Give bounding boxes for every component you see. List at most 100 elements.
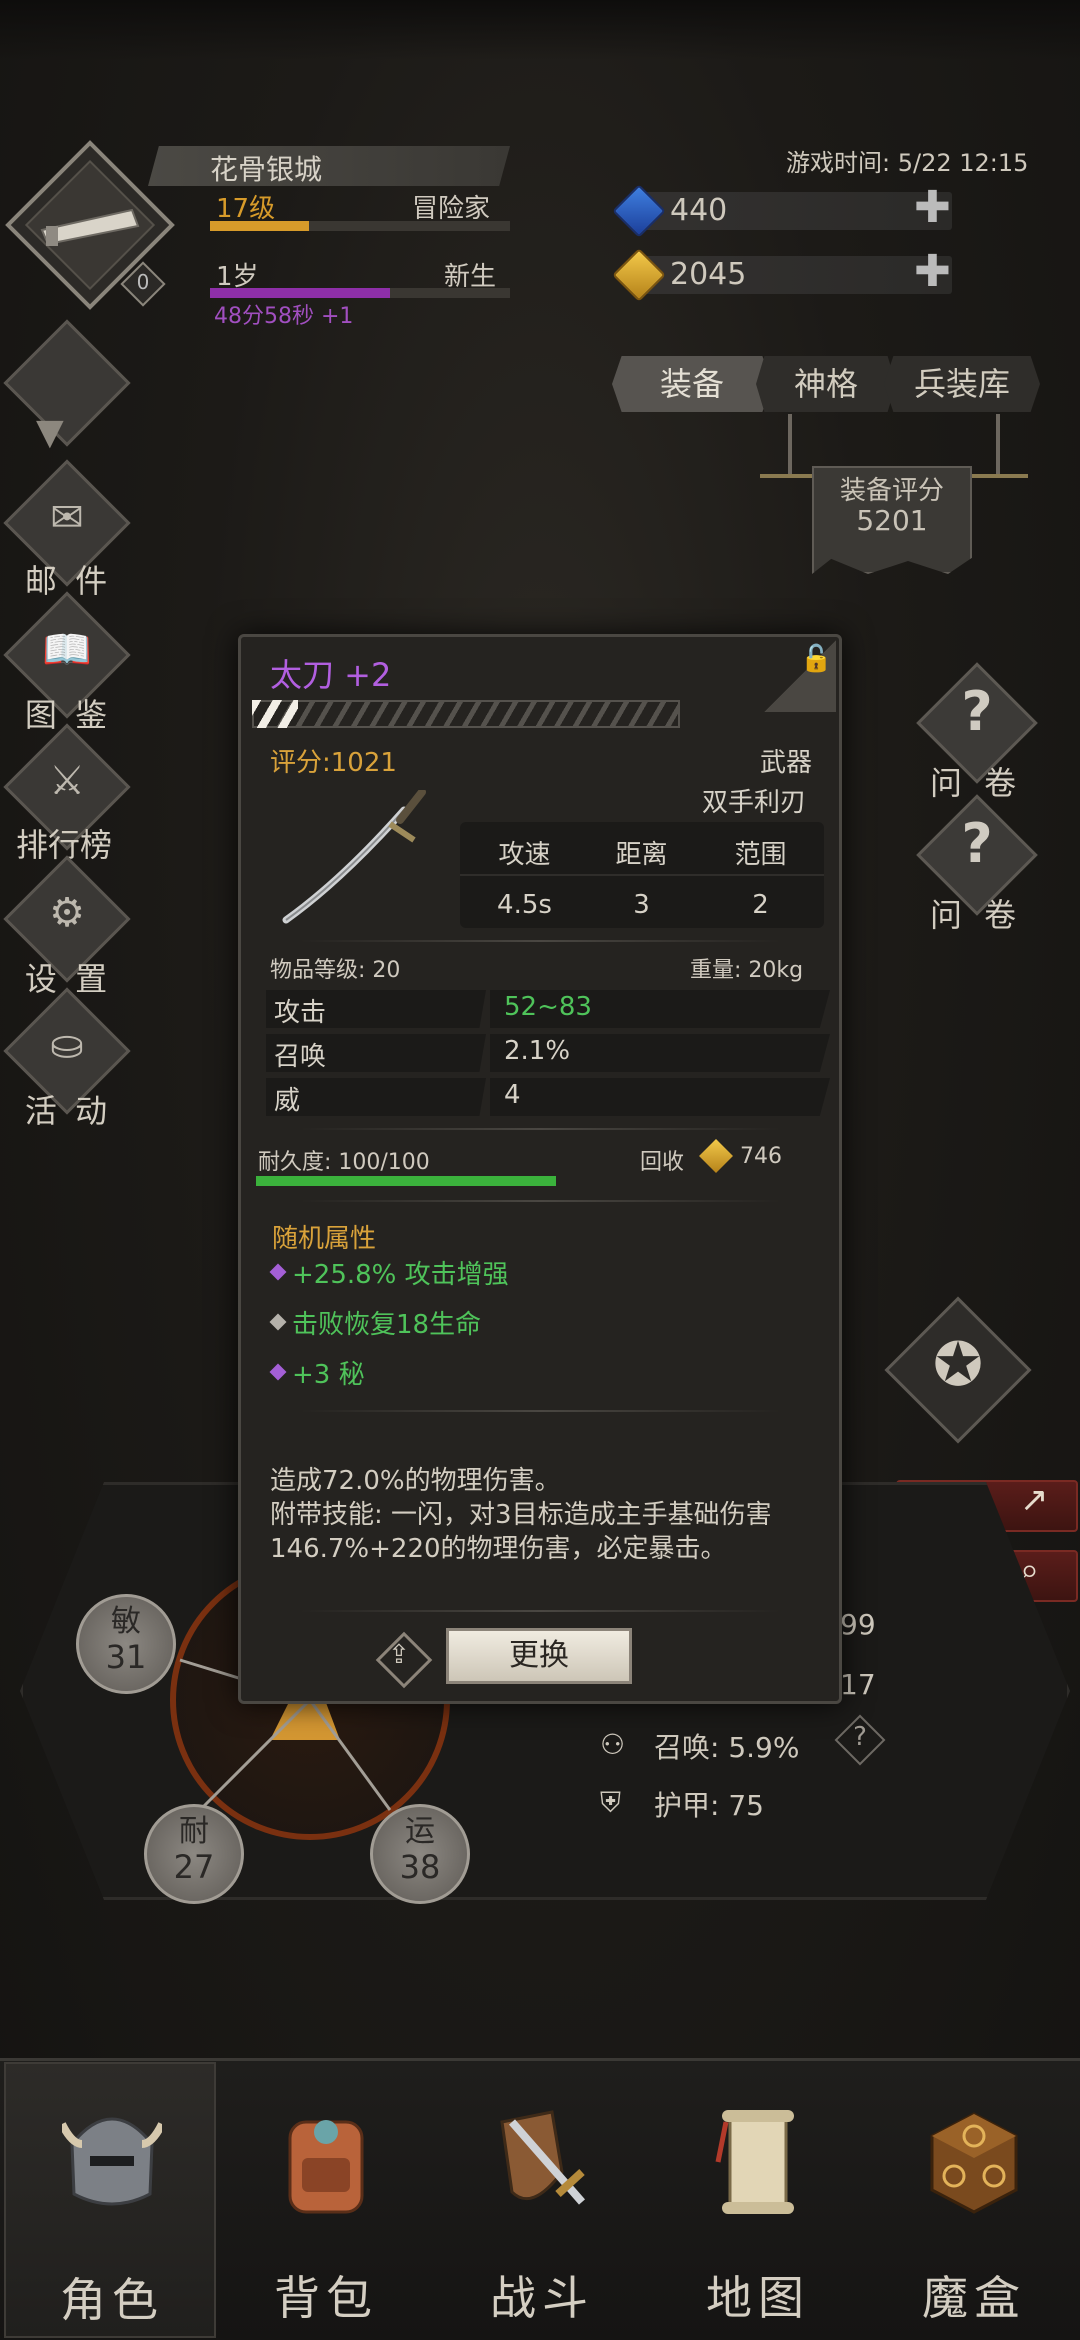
item-progress-stripe (252, 700, 680, 728)
banner-rope-right (996, 414, 1000, 474)
attr-value-summon: 2.1% (504, 1036, 571, 1066)
armor-icon: ⛨ (600, 1786, 622, 1819)
stat-luck[interactable]: 运 38 (370, 1804, 470, 1904)
stat-partial-1: 99 (840, 1608, 876, 1641)
event-icon: ⛀ (50, 1022, 84, 1068)
random-attrs-title: 随机属性 (272, 1224, 377, 1254)
durability-label: 耐久度: 100/100 (258, 1150, 430, 1175)
scroll-map-icon (715, 2110, 794, 2214)
nav-magic-box-label: 魔盒 (922, 2271, 1026, 2325)
name-banner (148, 146, 510, 186)
stat-agility-value: 31 (105, 1638, 147, 1676)
stat-endurance[interactable]: 耐 27 (144, 1804, 244, 1904)
add-gems-button[interactable]: ✚ (914, 186, 951, 230)
item-weight: 重量: 20kg (690, 958, 804, 983)
item-level: 物品等级: 20 (270, 958, 401, 983)
attr-value-might: 4 (504, 1080, 521, 1110)
survey-label-2[interactable]: 问 卷 (930, 890, 1022, 936)
stat-endurance-value: 27 (173, 1848, 215, 1886)
item-score: 评分:1021 (270, 748, 397, 778)
tab-equipment[interactable]: 装备 (612, 356, 772, 412)
stat-agility[interactable]: 敏 31 (76, 1594, 176, 1694)
spec-value-area: 2 (752, 890, 769, 920)
nav-character-label: 角色 (60, 2273, 164, 2327)
item-description: 造成72.0%的物理伤害。 附带技能: 一闪，对3目标造成主手基础伤害146.7… (270, 1464, 830, 1566)
gems-value: 440 (670, 193, 728, 228)
chevron-down-icon: ▼ (36, 412, 64, 453)
add-gold-button[interactable]: ✚ (914, 250, 951, 294)
attr-row-value-bg (490, 1078, 830, 1116)
nav-backpack[interactable]: 背包 (220, 2062, 432, 2338)
game-time: 游戏时间: 5/22 12:15 (786, 149, 1029, 177)
mail-icon: ✉ (50, 495, 84, 541)
item-progress-stripe-fill (252, 700, 298, 728)
spec-divider (460, 874, 824, 876)
spec-header-range: 距离 (615, 840, 668, 870)
stat-partial-2: 17 (840, 1668, 876, 1701)
nav-magic-box[interactable]: 魔盒 (868, 2062, 1080, 2338)
attr-key-might: 威 (274, 1086, 301, 1116)
nav-map-label: 地图 (706, 2271, 810, 2325)
item-description-line-2: 附带技能: 一闪，对3目标造成主手基础伤害146.7%+220的物理伤害，必定暴… (270, 1500, 772, 1564)
random-attr-3: +3 秘 (292, 1360, 365, 1390)
random-attr-2: 击败恢复18生命 (292, 1310, 482, 1340)
item-description-line-1: 造成72.0%的物理伤害。 (270, 1466, 561, 1496)
age-timer: 48分58秒 +1 (214, 304, 354, 329)
share-icon: ⇪ (388, 1640, 410, 1670)
nav-backpack-label: 背包 (274, 2271, 378, 2325)
level-badge-number: 0 (136, 270, 150, 294)
stat-agility-key: 敏 (111, 1604, 141, 1639)
tab-divinity[interactable]: 神格 (756, 356, 896, 412)
nav-map[interactable]: 地图 (652, 2062, 864, 2338)
spec-header-speed: 攻速 (498, 840, 551, 870)
nav-character[interactable]: 角色 (4, 2062, 216, 2338)
spec-value-range: 3 (633, 890, 650, 920)
backpack-icon (288, 2120, 364, 2214)
player-name: 花骨银城 (210, 153, 323, 186)
spec-header-area: 范围 (734, 840, 787, 870)
swap-button[interactable]: 更换 (446, 1628, 632, 1684)
book-icon: 📖 (42, 627, 92, 673)
divider (300, 1610, 780, 1612)
random-attr-1: +25.8% 攻击增强 (292, 1260, 509, 1290)
question-icon: ? (961, 812, 993, 875)
divider (300, 940, 780, 942)
game-screen: 0 花骨银城 17级 冒险家 1岁 新生 48分58秒 +1 游戏时间: 5/2… (0, 0, 1080, 2340)
spec-value-speed: 4.5s (497, 890, 552, 920)
divider (300, 1128, 780, 1130)
stat-luck-key: 运 (405, 1814, 435, 1849)
emblem-icon: ✪ (932, 1330, 984, 1400)
divider (300, 1200, 780, 1202)
player-title: 冒险家 (412, 194, 491, 224)
item-subtype: 双手利刃 (702, 788, 807, 818)
help-icon: ? (853, 1722, 867, 1752)
player-level: 17级 (216, 194, 276, 224)
question-icon: ? (961, 680, 993, 743)
attr-key-summon: 召唤 (274, 1042, 327, 1072)
helmet-icon (62, 2117, 162, 2206)
gold-value: 2045 (670, 257, 747, 292)
item-type: 武器 (760, 748, 813, 778)
collapse-menu-button[interactable] (3, 319, 131, 447)
stat-endurance-key: 耐 (179, 1814, 209, 1849)
score-value: 5201 (856, 504, 928, 537)
tab-armory[interactable]: 兵装库 (884, 356, 1040, 412)
gear-icon: ⚙ (49, 890, 85, 936)
ranking-icon: ⚔ (49, 758, 85, 804)
item-name: 太刀 +2 (270, 656, 392, 694)
stat-luck-value: 38 (399, 1848, 441, 1886)
lock-icon[interactable]: 🔓 (800, 644, 832, 674)
banner-rope-left (788, 414, 792, 474)
age-progress-fill (210, 288, 390, 298)
recycle-value: 746 (740, 1144, 782, 1169)
magic-box-icon (930, 2112, 1018, 2214)
sword-shield-icon (500, 2110, 586, 2205)
katana-icon (282, 790, 426, 924)
event-label[interactable]: 活 动 (0, 1086, 138, 1132)
nav-battle[interactable]: 战斗 (436, 2062, 648, 2338)
score-title: 装备评分 (839, 476, 944, 506)
attr-value-attack: 52~83 (504, 992, 592, 1022)
durability-fill (256, 1176, 556, 1186)
summon-icon: ⚇ (600, 1728, 626, 1761)
level-progress-fill (210, 221, 309, 231)
